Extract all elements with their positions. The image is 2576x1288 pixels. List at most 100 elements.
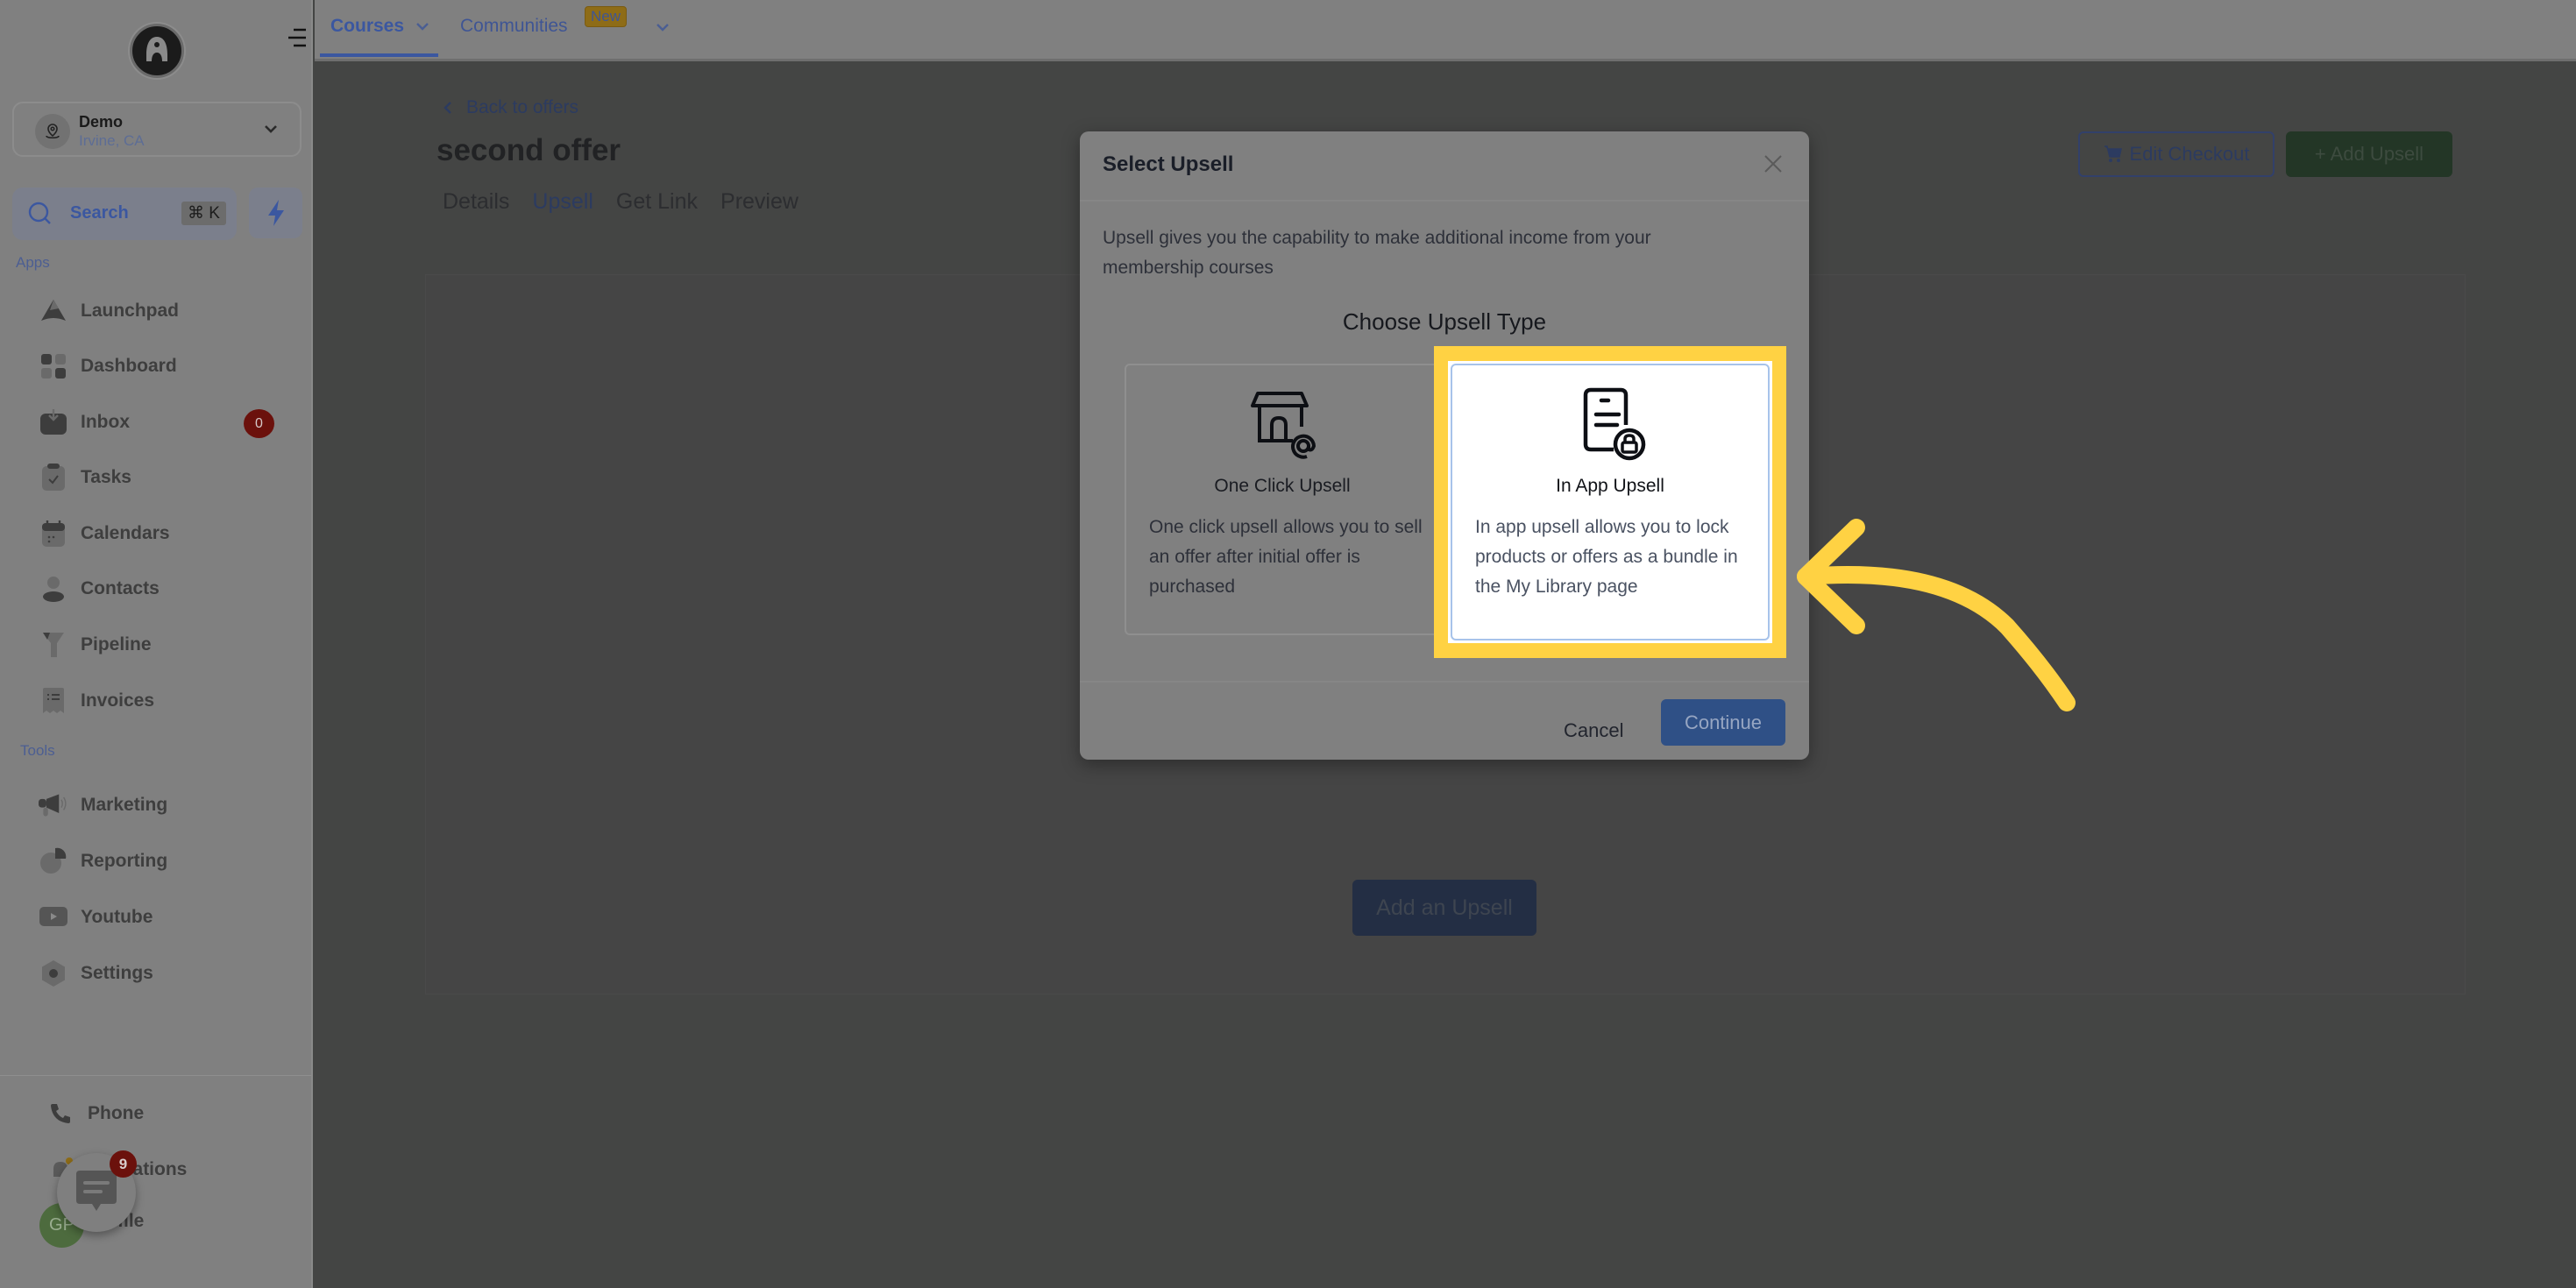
menu-collapse-icon[interactable] (285, 26, 308, 49)
option-in-app-upsell-card[interactable]: In App Upsell In app upsell allows you t… (1451, 364, 1770, 640)
settings-icon (39, 959, 68, 988)
sidebar: Demo Irvine, CA Search ⌘ K Apps Launchpa… (0, 0, 313, 1288)
location-switcher[interactable]: Demo Irvine, CA (12, 102, 302, 157)
sidebar-item-dashboard[interactable]: Dashboard (39, 349, 177, 384)
tab-communities[interactable]: Communities (460, 16, 568, 37)
option-description: In app upsell allows you to lock product… (1475, 517, 1738, 597)
modal-description: Upsell gives you the capability to make … (1103, 228, 1651, 278)
logo-icon (146, 37, 167, 61)
top-navigation: Courses Communities New (315, 0, 2576, 61)
document-lock-icon (1583, 387, 1646, 461)
sidebar-item-label: Settings (81, 963, 153, 983)
cancel-button[interactable]: Cancel (1564, 708, 1623, 754)
tab-label: Communities (460, 16, 568, 36)
edit-checkout-button[interactable]: Edit Checkout (2078, 131, 2274, 177)
search-label: Search (70, 203, 129, 223)
active-tab-indicator (320, 53, 438, 57)
modal-footer-divider (1080, 681, 1809, 683)
quick-actions-button[interactable] (249, 188, 302, 238)
store-at-icon (1251, 392, 1316, 459)
add-upsell-button[interactable]: + Add Upsell (2286, 131, 2452, 177)
option-in-app-upsell[interactable]: In App Upsell In app upsell allows you t… (1448, 361, 1772, 643)
chevron-down-icon (265, 125, 277, 133)
location-city: Irvine, CA (79, 132, 145, 149)
select-upsell-modal: Select Upsell Upsell gives you the capab… (1080, 131, 1809, 760)
tab-upsell[interactable]: Upsell (532, 189, 593, 215)
phone-icon (46, 1099, 75, 1129)
option-description: One click upsell allows you to sell an o… (1149, 517, 1423, 597)
chat-unread-badge: 9 (110, 1150, 137, 1178)
sidebar-item-label: Launchpad (81, 301, 180, 321)
lightning-icon (267, 200, 284, 226)
tab-get-link[interactable]: Get Link (616, 189, 698, 215)
option-name: In App Upsell (1556, 476, 1664, 496)
highlight-frame: In App Upsell In app upsell allows you t… (1434, 346, 1786, 658)
sidebar-item-youtube[interactable]: Youtube (39, 900, 153, 935)
app-logo[interactable] (130, 24, 184, 78)
tasks-icon (39, 463, 68, 492)
contacts-icon (39, 574, 68, 604)
search-button[interactable]: Search ⌘ K (12, 188, 237, 240)
sidebar-item-label: Invoices (81, 690, 155, 711)
chevron-left-icon (444, 102, 451, 114)
pipeline-icon (39, 630, 68, 660)
continue-button[interactable]: Continue (1661, 699, 1785, 746)
tab-label: Courses (330, 16, 405, 36)
section-label-tools: Tools (20, 742, 55, 759)
sidebar-item-inbox[interactable]: Inbox (39, 405, 130, 440)
sidebar-divider (0, 1075, 311, 1076)
location-pin-icon (35, 114, 70, 149)
reporting-icon (39, 846, 68, 876)
tab-preview[interactable]: Preview (720, 189, 798, 215)
section-label-apps: Apps (16, 254, 50, 271)
modal-header: Select Upsell (1080, 131, 1809, 202)
cart-icon (2104, 145, 2122, 162)
sidebar-item-contacts[interactable]: Contacts (39, 571, 160, 606)
sidebar-item-launchpad[interactable]: Launchpad (39, 294, 179, 329)
close-icon[interactable] (1762, 152, 1785, 175)
sidebar-item-calendars[interactable]: Calendars (39, 516, 170, 551)
sidebar-item-invoices[interactable]: Invoices (39, 683, 154, 718)
sidebar-item-label: Pipeline (81, 634, 152, 655)
inbox-count-badge: 0 (244, 409, 274, 438)
offer-tabs: Details Upsell Get Link Preview (443, 189, 821, 215)
sidebar-item-label: Marketing (81, 795, 168, 815)
calendar-icon (39, 519, 68, 548)
launchpad-icon (39, 296, 68, 326)
sidebar-item-label: Contacts (81, 578, 160, 598)
tab-courses[interactable]: Courses (330, 16, 430, 37)
sidebar-item-settings[interactable]: Settings (39, 956, 153, 991)
more-tabs-chevron-icon[interactable] (655, 19, 671, 35)
sidebar-item-phone[interactable]: Phone (46, 1096, 144, 1131)
invoices-icon (39, 686, 68, 716)
sidebar-item-marketing[interactable]: Marketing (39, 788, 167, 823)
sidebar-item-label: Youtube (81, 907, 153, 927)
inbox-icon (39, 407, 68, 437)
sidebar-item-reporting[interactable]: Reporting (39, 844, 167, 879)
chevron-down-icon (416, 23, 429, 31)
back-label: Back to offers (466, 97, 579, 117)
choose-upsell-type-heading: Choose Upsell Type (1342, 308, 1547, 335)
add-upsell-label: + Add Upsell (2314, 143, 2424, 165)
app-root: Demo Irvine, CA Search ⌘ K Apps Launchpa… (0, 0, 2576, 1288)
sidebar-item-label: Inbox (81, 412, 130, 432)
dashboard-icon (39, 351, 68, 381)
page-title: second offer (436, 133, 621, 167)
new-badge: New (585, 6, 628, 27)
option-one-click-upsell[interactable]: One Click Upsell One click upsell allows… (1125, 364, 1440, 635)
modal-title: Select Upsell (1103, 152, 1234, 176)
tab-details[interactable]: Details (443, 189, 509, 215)
back-to-offers-link[interactable]: Back to offers (442, 97, 578, 118)
sidebar-item-label: Tasks (81, 467, 131, 487)
search-shortcut: ⌘ K (181, 202, 226, 225)
location-name: Demo (79, 113, 124, 131)
add-an-upsell-button[interactable]: Add an Upsell (1352, 880, 1536, 936)
sidebar-item-pipeline[interactable]: Pipeline (39, 627, 152, 662)
sidebar-item-tasks[interactable]: Tasks (39, 460, 131, 495)
search-icon (28, 202, 51, 224)
sidebar-item-label: Phone (88, 1103, 145, 1123)
sidebar-item-label: Calendars (81, 523, 170, 543)
sidebar-item-label: Dashboard (81, 356, 177, 376)
edit-checkout-label: Edit Checkout (2129, 143, 2250, 165)
annotation-arrow-icon (1797, 519, 2076, 711)
